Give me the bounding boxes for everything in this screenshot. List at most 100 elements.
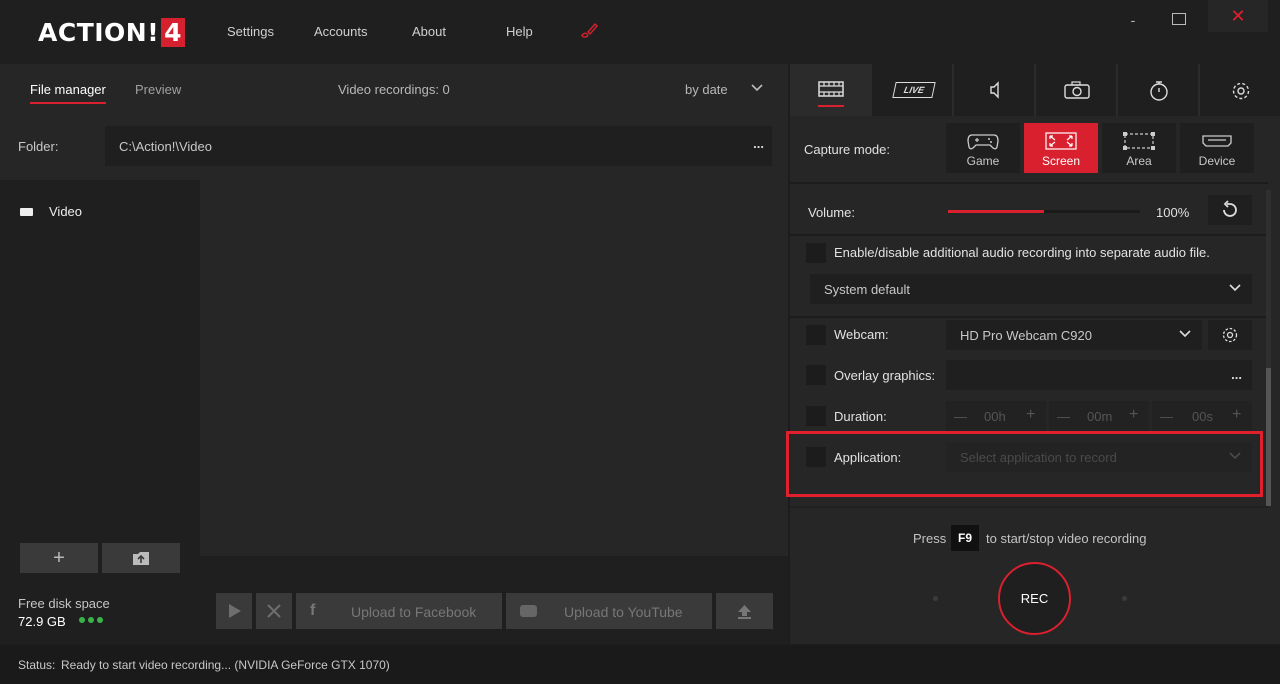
mode-area-label: Area [1126,154,1152,168]
tab-timer[interactable] [1118,64,1198,116]
duration-minutes: 00m [1087,409,1113,424]
play-button[interactable] [216,593,252,629]
hotkey-badge: F9 [951,525,979,551]
status-text: Ready to start video recording... (NVIDI… [61,658,390,672]
tab-file-manager[interactable]: File manager [30,82,106,104]
folder-path-field[interactable]: C:\Action!\Video ... [105,126,772,166]
dot-indicator [933,596,938,601]
divider [790,506,1268,508]
brush-icon[interactable] [579,20,599,40]
film-icon [818,80,844,107]
reset-volume-button[interactable] [1208,195,1252,225]
menu-help[interactable]: Help [506,24,533,39]
live-icon: LIVE [892,82,936,98]
highlight-box [786,431,1263,497]
menu-settings[interactable]: Settings [227,24,274,39]
hotkey-hint-prefix: Press [913,531,947,546]
chevron-down-icon[interactable] [750,80,764,97]
capture-mode-label: Capture mode: [804,142,890,157]
separate-audio-label: Enable/disable additional audio recordin… [834,245,1210,260]
tab-audio[interactable] [954,64,1034,116]
separate-audio-row: Enable/disable additional audio recordin… [790,236,1268,316]
mode-game[interactable]: Game [946,123,1020,173]
minus-icon[interactable]: — [954,409,967,424]
browse-folder-button[interactable]: ... [753,136,764,151]
webcam-settings-button[interactable] [1208,320,1252,350]
menu-accounts[interactable]: Accounts [314,24,367,39]
device-icon [1180,131,1254,156]
upload-youtube-button[interactable]: Upload to YouTube [506,593,712,629]
overlay-field[interactable]: ... [946,360,1252,390]
webcam-select[interactable]: HD Pro Webcam C920 [946,320,1202,350]
plus-icon[interactable]: + [1129,406,1138,424]
tab-preview[interactable]: Preview [135,82,181,97]
chevron-down-icon [1228,280,1242,297]
scrollbar-thumb[interactable] [1266,368,1271,506]
mode-area[interactable]: Area [1102,123,1176,173]
delete-button[interactable] [256,593,292,629]
upload-facebook-label: Upload to Facebook [351,604,477,620]
webcam-value: HD Pro Webcam C920 [960,328,1092,343]
chevron-down-icon [1178,326,1192,343]
logo-version: 4 [161,18,186,47]
mode-tabs: LIVE [790,64,1280,116]
upload-facebook-button[interactable]: f Upload to Facebook [296,593,502,629]
hotkey-hint-suffix: to start/stop video recording [986,531,1147,546]
close-button[interactable]: ✕ [1208,0,1268,32]
gear-icon [1221,326,1239,347]
minus-icon[interactable]: — [1057,409,1070,424]
folder-label: Folder: [18,139,59,154]
audio-device-select[interactable]: System default [810,274,1252,304]
plus-icon[interactable]: + [1026,406,1035,424]
app-logo: ACTION! 4 [38,18,186,47]
folder-path-text: C:\Action!\Video [119,139,212,154]
duration-hours: 00h [984,409,1006,424]
plus-icon[interactable]: + [1232,406,1241,424]
record-button[interactable]: REC [998,562,1071,635]
webcam-label: Webcam: [834,327,889,342]
audio-device-value: System default [824,282,910,297]
folder-icon [20,208,33,216]
mode-screen[interactable]: Screen [1024,123,1098,173]
menu-about[interactable]: About [412,24,446,39]
disk-status-dot [88,617,94,623]
volume-percent: 100% [1156,205,1190,220]
mode-screen-label: Screen [1041,154,1081,168]
disk-status-dot [97,617,103,623]
logo-text: ACTION! [38,18,160,47]
duration-checkbox[interactable] [806,406,826,426]
youtube-icon [520,605,537,617]
tab-video-recording[interactable] [790,64,870,116]
tab-live-streaming[interactable]: LIVE [872,64,952,116]
recordings-list[interactable] [200,180,788,556]
open-folder-button[interactable] [102,543,180,573]
webcam-row: Webcam: HD Pro Webcam C920 [790,318,1268,360]
duration-seconds: 00s [1192,409,1213,424]
volume-row: Volume: 100% [790,184,1268,234]
overlay-checkbox[interactable] [806,365,826,385]
disk-status-dot [79,617,85,623]
duration-hours-stepper[interactable]: — 00h + [946,401,1046,431]
volume-label: Volume: [808,205,855,220]
separate-audio-checkbox[interactable] [806,243,826,263]
mode-device[interactable]: Device [1180,123,1254,173]
tab-screenshot[interactable] [1036,64,1116,116]
overlay-browse-button[interactable]: ... [1231,367,1242,382]
status-bar: Status: Ready to start video recording..… [0,645,1280,684]
sort-dropdown[interactable]: by date [685,82,728,97]
webcam-checkbox[interactable] [806,325,826,345]
tree-item-label: Video [49,204,83,219]
minus-icon[interactable]: — [1160,409,1173,424]
area-icon [1102,131,1176,156]
upload-button[interactable] [716,593,773,629]
add-folder-button[interactable]: + [20,543,98,573]
maximize-button[interactable] [1172,13,1186,25]
upload-youtube-label: Upload to YouTube [564,604,683,620]
volume-slider[interactable] [948,210,1140,213]
duration-seconds-stepper[interactable]: — 00s + [1152,401,1252,431]
disk-space-value: 72.9 GB [18,614,66,629]
minimize-button[interactable]: - [1126,12,1140,28]
tab-settings[interactable] [1200,64,1280,116]
dot-indicator [1122,596,1127,601]
duration-minutes-stepper[interactable]: — 00m + [1049,401,1149,431]
